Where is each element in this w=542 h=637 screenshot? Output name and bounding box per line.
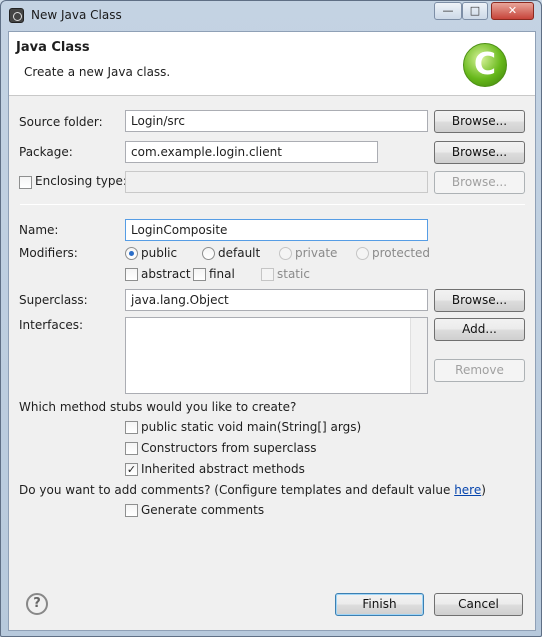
finish-button[interactable]: Finish — [335, 593, 424, 616]
final-checkbox[interactable] — [193, 268, 206, 281]
final-label: final — [209, 267, 235, 281]
generate-comments-label: Generate comments — [141, 503, 265, 517]
enclosing-type-browse-button[interactable]: Browse... — [434, 171, 525, 194]
enclosing-type-input[interactable] — [125, 171, 428, 193]
dialog-client-area: Java Class Create a new Java class. C So… — [8, 31, 536, 631]
comments-question-text: Do you want to add comments? (Configure … — [19, 483, 455, 497]
package-input[interactable]: com.example.login.client — [125, 141, 378, 163]
private-radio[interactable] — [279, 247, 292, 260]
comments-question: Do you want to add comments? (Configure … — [19, 483, 486, 497]
main-method-checkbox[interactable] — [125, 421, 138, 434]
interfaces-list[interactable] — [125, 317, 428, 394]
abstract-label: abstract — [141, 267, 191, 281]
source-folder-input[interactable]: Login/src — [125, 110, 428, 132]
default-label: default — [218, 246, 261, 260]
source-folder-browse-button[interactable]: Browse... — [434, 110, 525, 133]
cancel-button[interactable]: Cancel — [434, 593, 523, 616]
abstract-checkbox[interactable] — [125, 268, 138, 281]
main-method-label: public static void main(String[] args) — [141, 420, 362, 434]
superclass-browse-button[interactable]: Browse... — [434, 289, 525, 312]
class-name-input[interactable]: LoginComposite — [125, 219, 428, 241]
banner-description: Create a new Java class. — [24, 65, 171, 79]
enclosing-type-label: Enclosing type: — [35, 174, 127, 188]
help-icon[interactable]: ? — [26, 593, 48, 615]
protected-radio[interactable] — [356, 247, 369, 260]
interfaces-scrollbar[interactable] — [410, 318, 427, 393]
package-browse-button[interactable]: Browse... — [434, 141, 525, 164]
constructors-label: Constructors from superclass — [141, 441, 317, 455]
default-radio[interactable] — [202, 247, 215, 260]
protected-label: protected — [372, 246, 431, 260]
wizard-banner: Java Class Create a new Java class. C — [9, 32, 535, 96]
title-bar[interactable]: New Java Class — □ ✕ — [1, 1, 541, 29]
comments-question-end: ) — [481, 483, 486, 497]
generate-comments-checkbox[interactable] — [125, 504, 138, 517]
package-label: Package: — [19, 145, 73, 159]
java-class-logo-icon: C — [463, 43, 507, 87]
dialog-window: New Java Class — □ ✕ Java Class Create a… — [0, 0, 542, 637]
window-title: New Java Class — [31, 8, 122, 22]
add-interface-button[interactable]: Add... — [434, 318, 525, 341]
banner-title: Java Class — [16, 40, 90, 55]
maximize-button[interactable]: □ — [462, 2, 488, 20]
configure-templates-link[interactable]: here — [454, 483, 481, 497]
name-label: Name: — [19, 223, 59, 237]
modifiers-label: Modifiers: — [19, 246, 78, 260]
inherited-abstract-checkbox[interactable]: ✓ — [125, 463, 138, 476]
eclipse-app-icon — [9, 8, 24, 23]
constructors-checkbox[interactable] — [125, 442, 138, 455]
separator — [20, 204, 525, 205]
private-label: private — [295, 246, 338, 260]
enclosing-type-checkbox[interactable] — [19, 176, 32, 189]
superclass-input[interactable]: java.lang.Object — [125, 289, 428, 311]
minimize-button[interactable]: — — [434, 2, 462, 20]
inherited-abstract-label: Inherited abstract methods — [141, 462, 305, 476]
remove-interface-button[interactable]: Remove — [434, 359, 525, 382]
public-radio[interactable] — [125, 247, 138, 260]
interfaces-label: Interfaces: — [19, 318, 84, 332]
public-label: public — [141, 246, 178, 260]
static-checkbox[interactable] — [261, 268, 274, 281]
source-folder-label: Source folder: — [19, 115, 103, 129]
close-button[interactable]: ✕ — [491, 2, 534, 20]
method-stubs-question: Which method stubs would you like to cre… — [19, 400, 297, 414]
superclass-label: Superclass: — [19, 293, 88, 307]
static-label: static — [277, 267, 310, 281]
